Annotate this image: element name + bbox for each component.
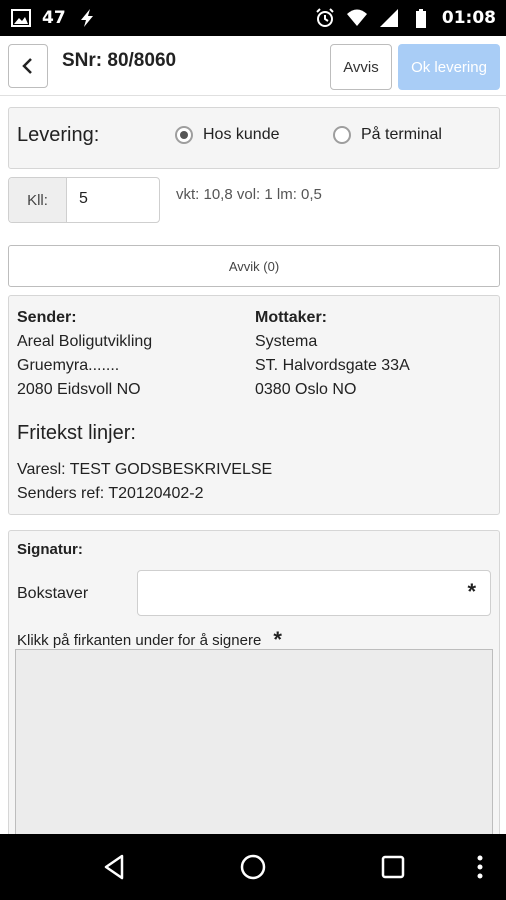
required-asterisk-icon: * (467, 579, 476, 604)
overflow-menu-icon[interactable] (470, 852, 500, 882)
fritekst-lines: Varesl: TEST GODSBESKRIVELSE Senders ref… (17, 458, 272, 506)
kolli-info: vkt: 10,8 vol: 1 lm: 0,5 (176, 186, 322, 203)
status-time: 01:08 (441, 8, 496, 28)
kolli-label: Kll: (9, 178, 67, 222)
levering-label: Levering: (17, 124, 100, 146)
radio-hos-kunde-label: Hos kunde (203, 126, 280, 143)
battery-icon (410, 7, 432, 29)
bokstaver-input[interactable]: * (137, 570, 491, 616)
status-bar-right: 01:08 (314, 6, 496, 30)
back-button[interactable] (8, 44, 48, 88)
sender-line: Gruemyra....... (17, 357, 120, 374)
shipment-info-panel: Sender: Areal Boligutvikling Gruemyra...… (8, 295, 500, 515)
mottaker-block: Mottaker: Systema ST. Halvordsgate 33A 0… (255, 306, 410, 402)
alarm-icon (314, 7, 336, 29)
sender-heading: Sender: (17, 309, 77, 326)
sign-instruction-text: Klikk på firkanten under for å signere (17, 631, 262, 649)
status-bar: 47 01:08 (0, 0, 506, 36)
avvik-button[interactable]: Avvik (0) (8, 245, 500, 287)
signatur-panel: Signatur: Bokstaver * Klikk på firkanten… (8, 530, 500, 849)
sender-line: Areal Boligutvikling (17, 333, 153, 350)
radio-hos-kunde[interactable]: Hos kunde (175, 126, 280, 144)
lightning-icon (76, 7, 98, 29)
signal-icon (378, 7, 400, 29)
mottaker-line: 0380 Oslo NO (255, 381, 357, 398)
ok-levering-button[interactable]: Ok levering (398, 44, 500, 90)
mottaker-line: Systema (255, 333, 318, 350)
mottaker-heading: Mottaker: (255, 309, 328, 326)
chevron-left-icon (22, 58, 32, 74)
sender-line: 2080 Eidsvoll NO (17, 381, 141, 398)
radio-pa-terminal-label: På terminal (361, 126, 442, 143)
radio-checked-icon (175, 126, 193, 144)
navigation-bar (0, 834, 506, 900)
fritekst-line: Varesl: TEST GODSBESKRIVELSE (17, 461, 273, 478)
notification-count: 47 (42, 8, 66, 28)
avvis-button[interactable]: Avvis (330, 44, 392, 90)
sender-block: Sender: Areal Boligutvikling Gruemyra...… (17, 306, 152, 402)
signature-canvas[interactable] (15, 649, 493, 849)
bokstaver-label: Bokstaver (17, 585, 89, 602)
nav-recent-apps-icon[interactable] (378, 852, 408, 882)
levering-panel: Levering: Hos kunde På terminal (8, 107, 500, 169)
app-header: SNr: 80/8060 Avvis Ok levering (0, 36, 506, 96)
nav-back-icon[interactable] (100, 852, 130, 882)
radio-pa-terminal[interactable]: På terminal (333, 126, 442, 144)
fritekst-line: Senders ref: T20120402-2 (17, 485, 204, 502)
mottaker-line: ST. Halvordsgate 33A (255, 357, 410, 374)
status-bar-left: 47 (10, 6, 98, 30)
nav-home-icon[interactable] (238, 852, 268, 882)
image-notification-icon (10, 7, 32, 29)
radio-unchecked-icon (333, 126, 351, 144)
signatur-title: Signatur: (17, 541, 83, 558)
wifi-icon (346, 7, 368, 29)
kolli-input[interactable]: 5 (79, 190, 88, 208)
fritekst-title: Fritekst linjer: (17, 422, 136, 444)
page-title: SNr: 80/8060 (62, 50, 177, 71)
kolli-field[interactable]: Kll: 5 (8, 177, 160, 223)
